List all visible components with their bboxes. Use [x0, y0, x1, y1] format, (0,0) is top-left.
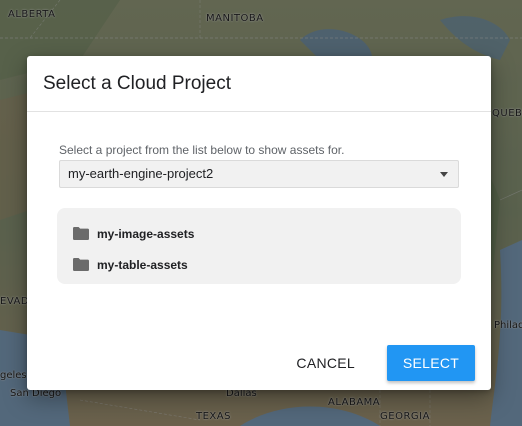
asset-label: my-image-assets [97, 226, 195, 241]
dropdown-arrow-icon [440, 172, 448, 177]
asset-label: my-table-assets [97, 257, 188, 272]
project-select[interactable]: my-earth-engine-project2 [59, 160, 459, 188]
select-button[interactable]: SELECT [387, 345, 475, 381]
project-hint: Select a project from the list below to … [59, 143, 345, 157]
dialog-header: Select a Cloud Project [27, 56, 491, 112]
project-picker: Select a project from the list below to … [59, 142, 459, 188]
asset-list: my-image-assets my-table-assets [57, 208, 461, 284]
project-select-value: my-earth-engine-project2 [68, 166, 214, 181]
asset-item-my-image-assets[interactable]: my-image-assets [57, 218, 461, 249]
dialog-title: Select a Cloud Project [43, 73, 231, 94]
folder-icon [73, 258, 89, 271]
dialog-actions: CANCEL SELECT [280, 345, 475, 381]
folder-icon [73, 227, 89, 240]
select-cloud-project-dialog: Select a Cloud Project Select a project … [27, 56, 491, 390]
cancel-button[interactable]: CANCEL [280, 345, 371, 381]
map-background: ALBERTA MANITOBA QUEBEC EVADA Philad gel… [0, 0, 522, 426]
asset-item-my-table-assets[interactable]: my-table-assets [57, 249, 461, 280]
